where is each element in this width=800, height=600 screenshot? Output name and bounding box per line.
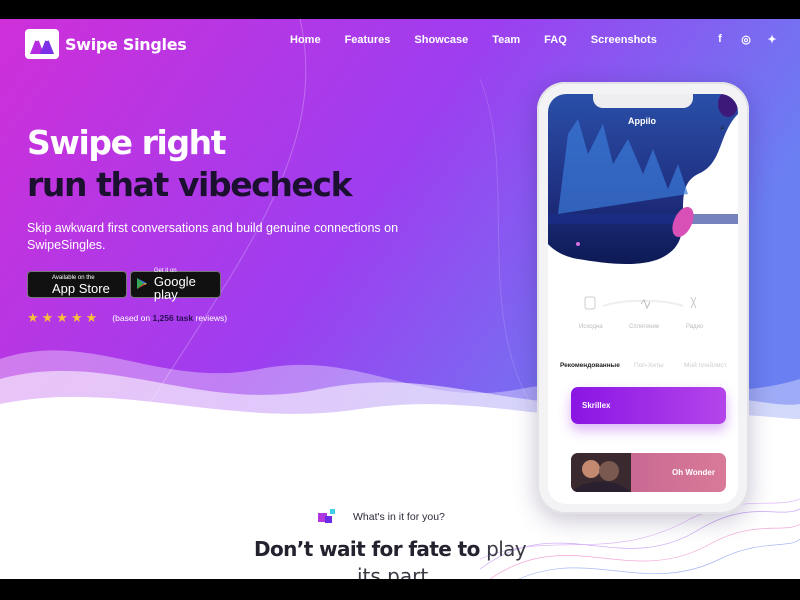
social-links: f ◎ ✦	[700, 33, 778, 46]
squares-icon	[318, 509, 335, 523]
artist-photo	[571, 453, 631, 492]
phone-notch	[593, 94, 693, 108]
card-title: Oh Wonder	[672, 468, 715, 477]
facebook-icon[interactable]: f	[714, 33, 726, 46]
brand-logo[interactable]: Swipe Singles	[25, 29, 187, 59]
google-play-button[interactable]: Get it on Google play	[130, 268, 221, 302]
segment-playlist[interactable]: Мой плейлист	[684, 362, 727, 369]
rating: ★★★★★ (based on 1,256 task reviews)	[27, 310, 227, 326]
review-count: 1,256 task	[152, 313, 194, 323]
segment-pop[interactable]: Поп-Хиты	[634, 362, 664, 369]
tab-radio[interactable]: Радио	[686, 324, 703, 330]
eyebrow-text: What's in it for you?	[353, 511, 445, 523]
nav-home[interactable]: Home	[290, 34, 321, 46]
nav-screenshots[interactable]: Screenshots	[591, 34, 657, 46]
section-eyebrow: What's in it for you?	[318, 509, 445, 525]
brand-name: Swipe Singles	[65, 34, 187, 54]
hero-headline-1: Swipe right	[27, 123, 227, 162]
section-title-line2: its part	[357, 564, 429, 579]
tab-mix[interactable]: Сплетение	[629, 324, 659, 330]
nav-showcase[interactable]: Showcase	[414, 34, 468, 46]
instagram-icon[interactable]: ◎	[740, 33, 752, 46]
tab-home[interactable]: Исходна	[579, 324, 603, 330]
google-play-label: Google play	[153, 274, 196, 302]
nav-team[interactable]: Team	[492, 34, 520, 46]
rating-text: (based on 1,256 task reviews)	[112, 313, 228, 323]
segment-recommended[interactable]: Рекомендованные	[560, 362, 620, 369]
nav-faq[interactable]: FAQ	[544, 34, 567, 46]
search-icon[interactable]: ⌕	[720, 122, 725, 133]
app-title: Appilo	[628, 116, 656, 126]
page: Swipe Singles Home Features Showcase Tea…	[0, 19, 800, 579]
logo-icon	[25, 29, 59, 59]
twitter-icon[interactable]: ✦	[766, 33, 778, 46]
hero-subtext: Skip awkward first conversations and bui…	[27, 221, 399, 252]
star-rating-icon: ★★★★★	[27, 310, 101, 325]
phone-screen: Appilo ⌕ Исходна Сплетение Радио Рекомен…	[548, 94, 738, 504]
main-nav: Home Features Showcase Team FAQ Screensh…	[290, 34, 681, 46]
hero-headline-2: run that vibecheck	[27, 165, 353, 204]
card-title: Skrillex	[582, 401, 611, 410]
app-store-label: App Store	[52, 280, 110, 296]
nav-features[interactable]: Features	[345, 34, 391, 46]
phone-mockup: Appilo ⌕ Исходна Сплетение Радио Рекомен…	[537, 82, 749, 514]
section-title: Don’t wait for fate to play	[254, 537, 527, 561]
tab-icons	[584, 296, 697, 310]
google-play-icon	[131, 277, 154, 293]
app-store-button[interactable]: Available on the App Store	[27, 271, 127, 298]
card-oh-wonder[interactable]: Oh Wonder	[571, 453, 726, 492]
card-skrillex[interactable]: Skrillex	[571, 387, 726, 424]
